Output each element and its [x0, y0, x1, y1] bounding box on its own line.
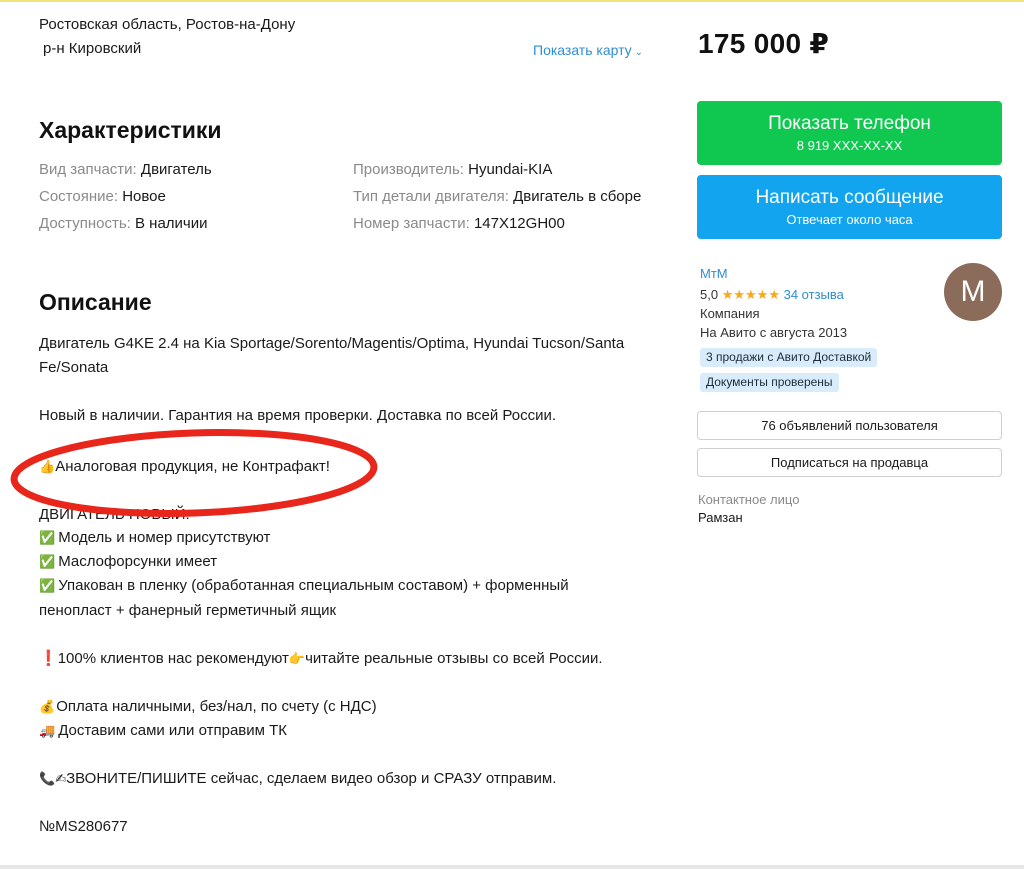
checklist-text: Упакован в пленку (обработанная специаль… [39, 577, 569, 619]
checkmark-icon: ✅ [39, 555, 56, 570]
spec-row: Вид запчасти: Двигатель [39, 156, 212, 183]
contact-name: Рамзан [698, 510, 743, 525]
spec-key: Производитель: [353, 161, 464, 178]
description-line: 👍Аналоговая продукция, не Контрафакт! [39, 455, 330, 480]
seller-type: Компания [700, 306, 760, 321]
checklist-text: Маслофорсунки имеет [58, 553, 218, 570]
checklist-item: ✅ Маслофорсунки имеет [39, 550, 217, 575]
show-map-link[interactable]: Показать карту ⌄ [533, 42, 643, 58]
exclamation-icon: ❗ [39, 650, 58, 667]
chevron-down-icon: ⌄ [634, 47, 644, 58]
description-line: Двигатель G4KE 2.4 на Kia Sportage/Soren… [39, 335, 625, 376]
spec-key: Тип детали двигателя: [353, 188, 509, 205]
rating-value: 5,0 [700, 287, 719, 302]
spec-value: Hyundai-KIA [468, 161, 553, 178]
description-line: Новый в наличии. Гарантия на время прове… [39, 407, 557, 424]
checkmark-icon: ✅ [39, 579, 56, 594]
avatar[interactable]: M [944, 263, 1002, 321]
spec-key: Вид запчасти: [39, 161, 137, 178]
spec-key: Доступность: [39, 215, 131, 232]
seller-name[interactable]: МтМ [700, 264, 728, 283]
checklist-item: ✅ Модель и номер присутствуют [39, 526, 270, 551]
top-border [0, 0, 1024, 2]
description-line: ДВИГАТЕЛЬ НОВЫЙ: [39, 506, 190, 523]
delivery-text: Доставим сами или отправим ТК [58, 722, 288, 739]
money-bag-icon: 💰 [39, 700, 56, 715]
specs-right-column: Производитель: Hyundai-KIA Тип детали дв… [353, 156, 641, 237]
spec-value: В наличии [134, 215, 208, 232]
seller-since: На Авито с августа 2013 [700, 325, 848, 340]
analog-text: Аналоговая продукция, не Контрафакт! [55, 458, 330, 475]
writing-hand-icon: ✍ [55, 772, 67, 787]
pointing-hand-icon: 👉 [288, 652, 306, 667]
checklist-item: ✅ Упакован в пленку (обработанная специал… [39, 574, 599, 623]
spec-row: Состояние: Новое [39, 183, 212, 210]
spec-row: Тип детали двигателя: Двигатель в сборе [353, 183, 641, 210]
spec-value: Новое [122, 188, 166, 205]
listing-number: №MS280677 [39, 818, 128, 835]
payment-text: Оплата наличными, без/нал, по счету (с Н… [56, 698, 377, 715]
description-text: Двигатель G4KE 2.4 на Kia Sportage/Soren… [39, 332, 659, 380]
spec-value: Двигатель в сборе [513, 188, 642, 205]
documents-badge: Документы проверены [700, 373, 839, 392]
description-line: 💰Оплата наличными, без/нал, по счету (с … [39, 695, 377, 720]
phone-icon: 📞 [39, 772, 56, 787]
description-line: 📞✍ЗВОНИТЕ/ПИШИТЕ сейчас, сделаем видео о… [39, 767, 556, 792]
seller-rating-row: 5,0 ★★★★★ 34 отзыва [700, 285, 844, 304]
write-message-label: Написать сообщение [755, 187, 944, 208]
spec-key: Состояние: [39, 188, 119, 205]
location-region: Ростовская область, Ростов-на-Дону [39, 16, 296, 33]
spec-value: Двигатель [140, 161, 212, 178]
show-phone-label: Показать телефон [768, 113, 931, 134]
phone-number: 8 919 XXX-XX-XX [796, 138, 903, 153]
checkmark-icon: ✅ [39, 531, 56, 546]
truck-icon: 🚚 [39, 724, 56, 739]
show-phone-button[interactable]: Показать телефон 8 919 XXX-XX-XX [697, 101, 1002, 165]
subscribe-button[interactable]: Подписаться на продавца [697, 448, 1002, 477]
spec-row: Номер запчасти: 147X12GH00 [353, 210, 641, 237]
bottom-scrollbar [0, 865, 1024, 869]
specs-title: Характеристики [39, 117, 222, 143]
spec-row: Производитель: Hyundai-KIA [353, 156, 641, 183]
location-district: р-н Кировский [43, 40, 142, 57]
recommend-text: 100% клиентов нас рекомендуют [57, 650, 289, 667]
checklist-text: Модель и номер присутствуют [58, 529, 271, 546]
star-rating-icon: ★★★★★ [721, 287, 780, 302]
write-message-button[interactable]: Написать сообщение Отвечает около часа [697, 175, 1002, 239]
description-line: ❗100% клиентов нас рекомендуют👉читайте р… [39, 647, 603, 672]
price: 175 000 ₽ [698, 28, 830, 59]
reviews-text: читайте реальные отзывы со всей России. [305, 650, 603, 667]
thumbs-up-icon: 👍 [39, 460, 56, 475]
delivery-badge: 3 продажи с Авито Доставкой [700, 348, 878, 367]
description-line: 🚚 Доставим сами или отправим ТК [39, 719, 287, 744]
description-title: Описание [39, 289, 152, 315]
show-map-label: Показать карту [533, 42, 632, 58]
spec-value: 147X12GH00 [473, 215, 565, 232]
contact-label: Контактное лицо [698, 492, 800, 507]
spec-key: Номер запчасти: [353, 215, 470, 232]
reviews-link[interactable]: 34 отзыва [784, 287, 844, 302]
response-time: Отвечает около часа [786, 212, 913, 227]
user-ads-button[interactable]: 76 объявлений пользователя [697, 411, 1002, 440]
specs-left-column: Вид запчасти: Двигатель Состояние: Новое… [39, 156, 212, 237]
spec-row: Доступность: В наличии [39, 210, 212, 237]
call-text: ЗВОНИТЕ/ПИШИТЕ сейчас, сделаем видео обз… [66, 770, 557, 787]
